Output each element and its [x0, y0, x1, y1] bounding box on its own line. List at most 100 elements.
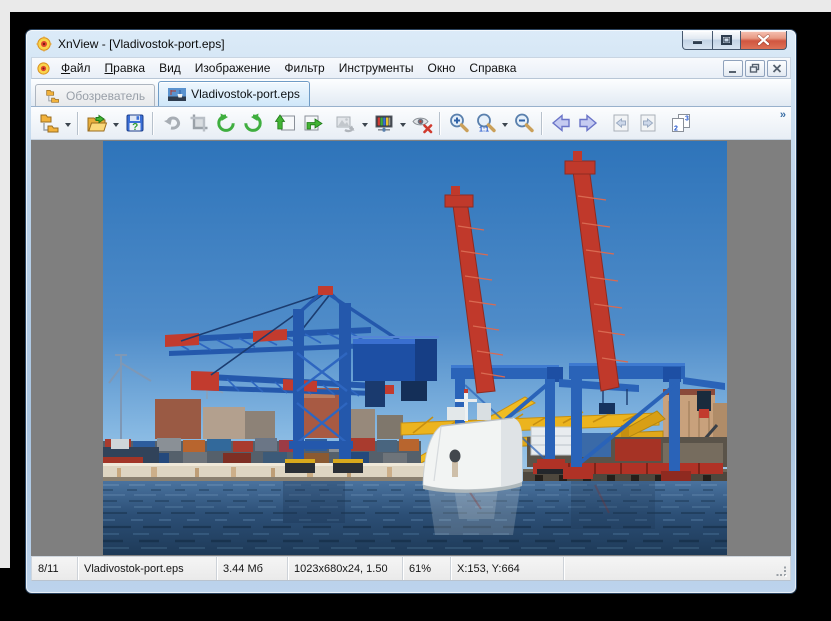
port-photo: [103, 141, 727, 555]
viewer-canvas[interactable]: [31, 140, 791, 556]
restore-icon: [713, 31, 740, 49]
multipage-button[interactable]: 3 2: [667, 110, 694, 137]
zoom-out-icon: [513, 112, 535, 134]
red-eye-removal-button[interactable]: [408, 110, 435, 137]
page-arrow-right-icon: [637, 112, 659, 134]
mdi-caption-buttons: [723, 60, 787, 77]
tab-browser[interactable]: Обозреватель: [35, 84, 155, 106]
open-button[interactable]: [83, 110, 110, 137]
previous-page-button[interactable]: [607, 110, 634, 137]
zoom-dropdown[interactable]: [499, 110, 510, 137]
caption-buttons: [682, 31, 787, 50]
minimize-button[interactable]: [682, 31, 713, 50]
minimize-icon: [727, 63, 739, 74]
zoom-actual-size-button[interactable]: 1:1: [472, 110, 499, 137]
chevron-down-icon: [113, 123, 119, 130]
mdi-restore-button[interactable]: [745, 60, 765, 77]
xnview-window: XnView - [Vladivostok-port.eps]: [26, 30, 796, 593]
menu-filter[interactable]: Фильтр: [277, 59, 331, 77]
convert-button[interactable]: [332, 110, 359, 137]
desktop-strip-top: [0, 0, 831, 12]
arrow-left-icon: [550, 112, 572, 134]
rotate-right-button[interactable]: [239, 110, 266, 137]
menu-file[interactable]: Файл: [54, 59, 98, 77]
menu-image[interactable]: Изображение: [188, 59, 278, 77]
window-title: XnView - [Vladivostok-port.eps]: [58, 37, 225, 51]
tab-label: Vladivostok-port.eps: [191, 87, 300, 101]
resize-grip[interactable]: [776, 566, 788, 578]
desktop-strip-left: [0, 12, 10, 568]
screen-adjust-dropdown[interactable]: [397, 110, 408, 137]
image-thumbnail-icon: [168, 88, 186, 101]
color-adjust-icon: [373, 112, 395, 134]
toolbar-separator: [439, 112, 441, 135]
status-spacer: [564, 557, 790, 580]
crop-button[interactable]: [185, 110, 212, 137]
arrow-right-icon: [577, 112, 599, 134]
open-folder-icon: [86, 112, 108, 134]
tab-label: Обозреватель: [66, 89, 145, 103]
convert-dropdown[interactable]: [359, 110, 370, 137]
menu-window[interactable]: Окно: [421, 59, 463, 77]
folder-tree-icon: [38, 112, 60, 134]
zoom-one-to-one-icon: 1:1: [475, 112, 497, 134]
convert-image-icon: [335, 112, 357, 134]
previous-image-button[interactable]: [547, 110, 574, 137]
close-icon: [741, 31, 786, 49]
sheet-right-arrow-icon: [302, 112, 324, 134]
chevron-down-icon: [65, 123, 71, 130]
save-button[interactable]: ?: [121, 110, 148, 137]
undo-button[interactable]: [158, 110, 185, 137]
screen-adjust-button[interactable]: [370, 110, 397, 137]
next-image-button[interactable]: [574, 110, 601, 137]
desktop: { "app": { "name": "XnView", "title": "X…: [0, 0, 831, 621]
menu-view[interactable]: Вид: [152, 59, 188, 77]
red-eye-icon: [411, 112, 433, 134]
crop-icon: [188, 112, 210, 134]
close-icon: [771, 63, 783, 74]
menu-tools[interactable]: Инструменты: [332, 59, 421, 77]
pages-icon: 3 2: [670, 112, 692, 134]
xnview-logo-icon: [36, 36, 52, 52]
status-bar: 8/11 Vladivostok-port.eps 3.44 Мб 1023x6…: [31, 556, 791, 581]
menu-edit[interactable]: Правка: [98, 59, 153, 77]
toolbar: ?: [31, 107, 791, 140]
mdi-minimize-button[interactable]: [723, 60, 743, 77]
status-filesize: 3.44 Мб: [217, 557, 288, 580]
zoom-in-icon: [448, 112, 470, 134]
zoom-in-button[interactable]: [445, 110, 472, 137]
browser-button[interactable]: [35, 110, 62, 137]
status-dimensions: 1023x680x24, 1.50: [288, 557, 403, 580]
close-button[interactable]: [740, 31, 787, 50]
rotate-left-button[interactable]: [212, 110, 239, 137]
browser-dropdown[interactable]: [62, 110, 73, 137]
zoom-out-button[interactable]: [510, 110, 537, 137]
maximize-button[interactable]: [713, 31, 740, 50]
menu-help[interactable]: Справка: [462, 59, 523, 77]
save-question-badge: ?: [132, 122, 138, 133]
chevron-down-icon: [362, 123, 368, 130]
status-filename: Vladivostok-port.eps: [78, 557, 217, 580]
title-bar[interactable]: XnView - [Vladivostok-port.eps]: [26, 30, 796, 57]
open-dropdown[interactable]: [110, 110, 121, 137]
next-page-button[interactable]: [634, 110, 661, 137]
xnview-logo-icon: [36, 61, 51, 76]
page-3-badge: 3: [685, 116, 689, 123]
tab-image-vladivostok[interactable]: Vladivostok-port.eps: [158, 81, 310, 106]
menu-bar: Файл Правка Вид Изображение Фильтр Инстр…: [31, 57, 791, 79]
mdi-close-button[interactable]: [767, 60, 787, 77]
toolbar-overflow-chevron[interactable]: »: [780, 109, 786, 121]
page-2-badge: 2: [674, 126, 678, 133]
chevron-down-icon: [400, 123, 406, 130]
folder-tree-icon: [45, 89, 61, 103]
tab-bar: Обозреватель Vladivostok-port.eps: [31, 79, 791, 107]
status-cursor-position: X:153, Y:664: [451, 557, 564, 580]
forward-button[interactable]: [299, 110, 326, 137]
rotate-cw-icon: [242, 112, 264, 134]
toolbar-separator: [77, 112, 79, 135]
restore-icon: [749, 63, 761, 74]
photo-water: [103, 481, 727, 555]
save-floppy-icon: ?: [124, 112, 146, 134]
chevron-down-icon: [502, 123, 508, 130]
export-up-button[interactable]: [272, 110, 299, 137]
